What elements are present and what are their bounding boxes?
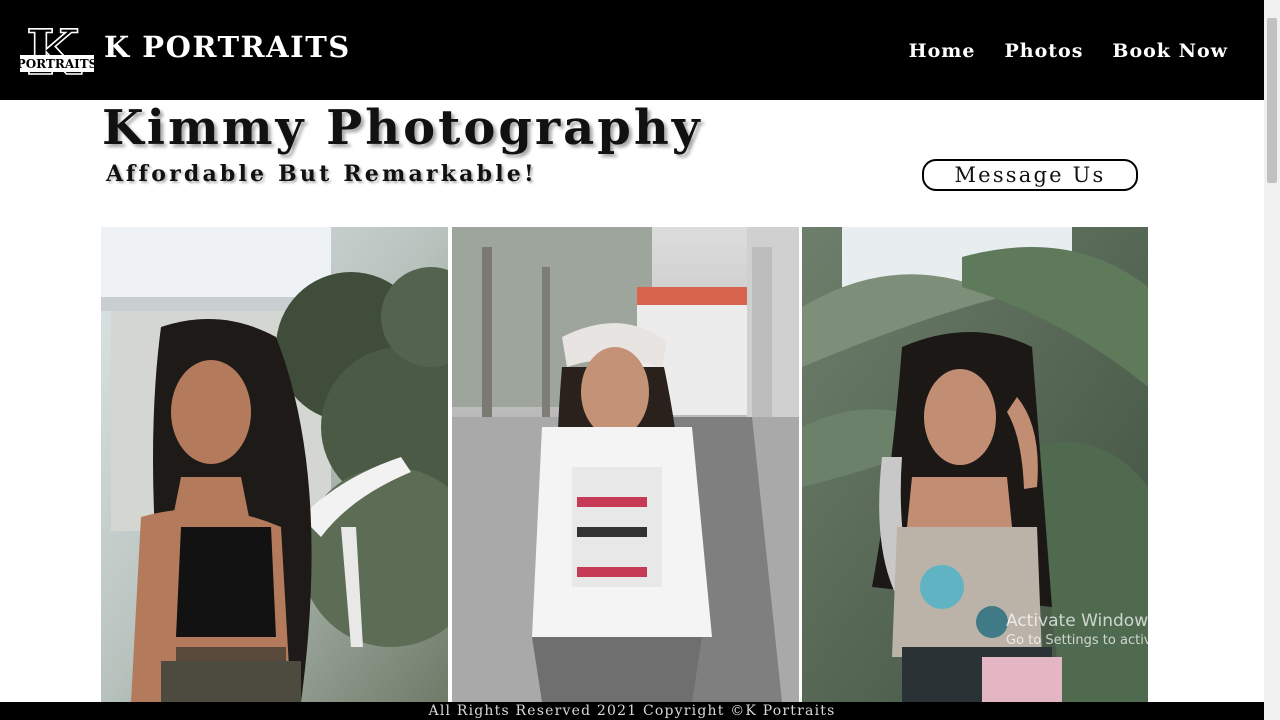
top-navbar: K PORTRAITS K PORTRAITS Home Photos Book… bbox=[0, 0, 1264, 100]
footer-copyright: All Rights Reserved 2021 Copyright ©K Po… bbox=[0, 702, 1264, 720]
logo-text: PORTRAITS bbox=[20, 57, 94, 71]
page-title: Kimmy Photography bbox=[102, 100, 703, 156]
message-us-button[interactable]: Message Us bbox=[922, 159, 1138, 191]
nav-home[interactable]: Home bbox=[909, 40, 976, 62]
page-subtitle: Affordable But Remarkable! bbox=[106, 161, 537, 187]
portrait-illustration bbox=[101, 227, 448, 702]
watermark-subtitle: Go to Settings to activate Windows. bbox=[1006, 633, 1239, 648]
page-scrollbar[interactable] bbox=[1264, 0, 1280, 720]
scrollbar-thumb[interactable] bbox=[1267, 18, 1277, 183]
gallery-photo-2[interactable] bbox=[452, 227, 799, 702]
brand-title[interactable]: K PORTRAITS bbox=[104, 30, 351, 64]
nav-photos[interactable]: Photos bbox=[1004, 40, 1083, 62]
k-portraits-logo[interactable]: K PORTRAITS bbox=[20, 20, 94, 82]
gallery-photo-1[interactable] bbox=[101, 227, 448, 702]
watermark-title: Activate Windows bbox=[1006, 611, 1157, 631]
nav-book-now[interactable]: Book Now bbox=[1112, 40, 1228, 62]
portrait-illustration bbox=[452, 227, 799, 702]
activate-windows-watermark: Activate Windows Go to Settings to activ… bbox=[1006, 611, 1239, 648]
main-nav: Home Photos Book Now bbox=[909, 40, 1228, 62]
svg-text:K: K bbox=[26, 20, 82, 82]
